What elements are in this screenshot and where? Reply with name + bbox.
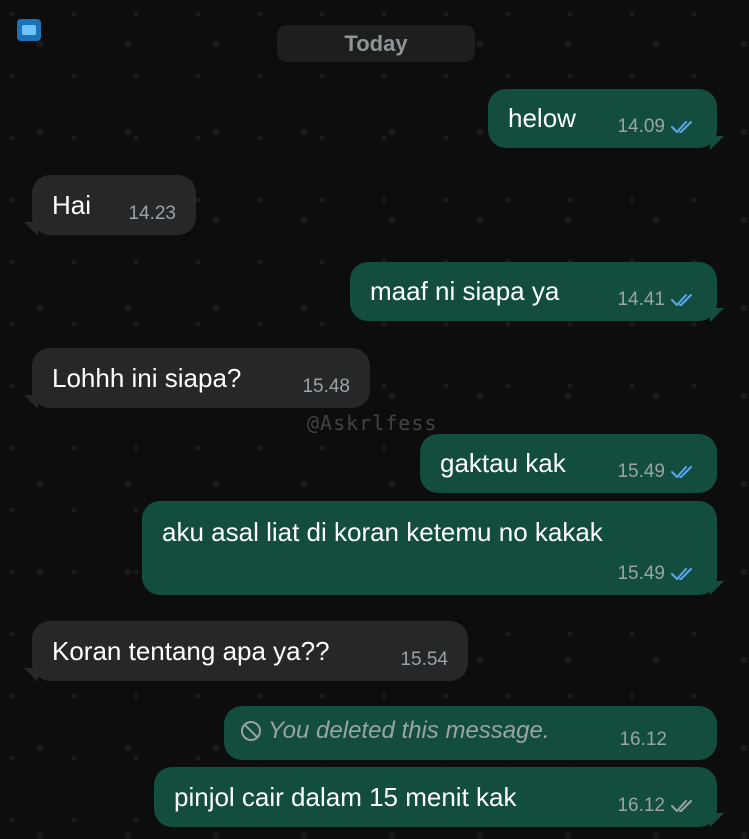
message-time: 15.48 — [302, 376, 350, 397]
bubble-tail — [24, 395, 38, 409]
message-text: maaf ni siapa ya — [370, 276, 560, 306]
bubble-tail — [24, 668, 38, 682]
message-meta: 15.48 — [302, 376, 350, 398]
message-bubble[interactable]: maaf ni siapa ya 14.41 — [350, 262, 717, 321]
message-time: 16.12 — [619, 729, 667, 750]
message-bubble[interactable]: aku asal liat di koran ketemu no kakak 1… — [142, 501, 717, 595]
deleted-message-bubble[interactable]: You deleted this message. 16.12 — [224, 706, 717, 760]
bubble-tail — [24, 222, 38, 236]
watermark: @Askrlfess — [307, 411, 438, 435]
message-text: aku asal liat di koran ketemu no kakak — [162, 517, 603, 547]
message-bubble[interactable]: Lohhh ini siapa? 15.48 — [32, 348, 370, 408]
read-receipt-icon — [671, 294, 692, 306]
message-time: 14.41 — [617, 289, 665, 310]
deleted-message-text: You deleted this message. — [268, 717, 550, 744]
read-receipt-icon — [671, 568, 692, 580]
message-bubble[interactable]: gaktau kak 15.49 — [420, 434, 717, 493]
deleted-message-notice: You deleted this message. — [240, 717, 550, 745]
message-bubble[interactable]: pinjol cair dalam 15 menit kak 16.12 — [154, 767, 717, 827]
message-time: 16.12 — [617, 795, 665, 816]
read-receipt-icon — [671, 121, 692, 133]
message-meta: 15.49 — [617, 461, 697, 483]
message-bubble[interactable]: helow 14.09 — [488, 89, 717, 148]
message-meta: 16.12 — [617, 795, 697, 817]
message-text: pinjol cair dalam 15 menit kak — [174, 782, 517, 812]
bubble-tail — [710, 308, 724, 322]
message-time: 15.54 — [400, 649, 448, 670]
delivered-receipt-icon — [671, 800, 692, 812]
message-text: gaktau kak — [440, 448, 566, 478]
bubble-tail — [710, 813, 724, 827]
message-meta: 14.23 — [128, 203, 176, 225]
message-text: Lohhh ini siapa? — [52, 363, 242, 393]
message-bubble[interactable]: Koran tentang apa ya?? 15.54 — [32, 621, 468, 681]
message-time: 15.49 — [617, 461, 665, 482]
message-text: Koran tentang apa ya?? — [52, 636, 330, 666]
message-meta: 14.09 — [617, 116, 697, 138]
message-time: 14.23 — [128, 203, 176, 224]
bubble-tail — [710, 581, 724, 595]
message-meta: 15.49 — [617, 563, 697, 585]
app-logo-icon — [17, 19, 41, 41]
message-meta: 15.54 — [400, 649, 448, 671]
read-receipt-icon — [671, 466, 692, 478]
message-time: 14.09 — [617, 116, 665, 137]
message-meta: 14.41 — [617, 289, 697, 311]
bubble-tail — [710, 136, 724, 150]
message-meta: 16.12 — [619, 729, 667, 751]
message-bubble[interactable]: Hai 14.23 — [32, 175, 196, 235]
date-separator: Today — [277, 25, 475, 62]
ban-icon — [241, 721, 261, 741]
message-text: Hai — [52, 190, 92, 220]
message-time: 15.49 — [617, 563, 665, 584]
message-text: helow — [508, 103, 576, 133]
